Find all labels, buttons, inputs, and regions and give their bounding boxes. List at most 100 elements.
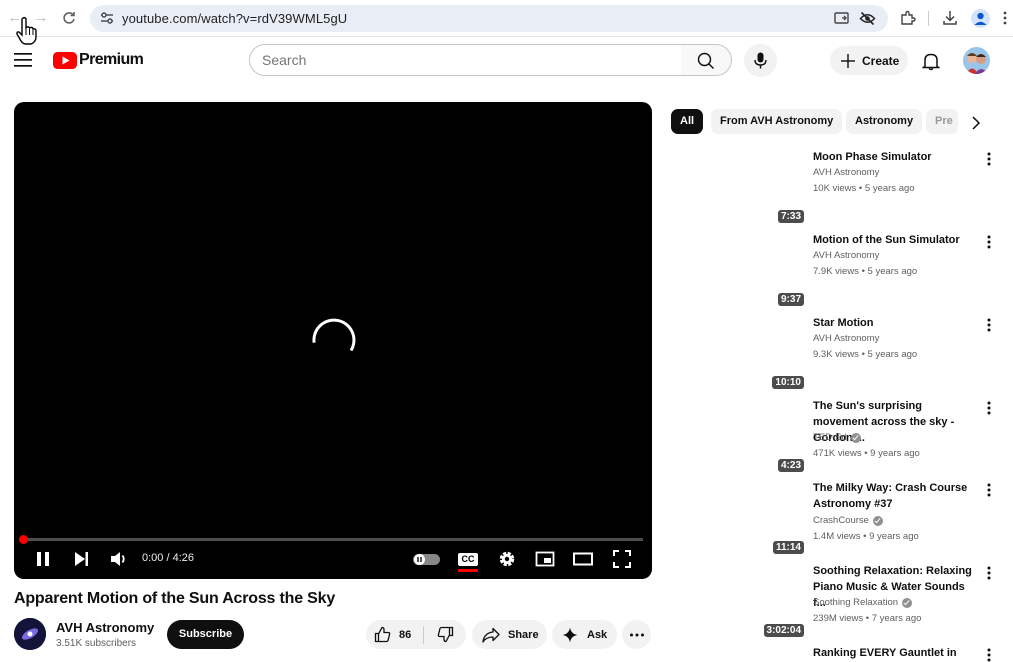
- subscriber-count: 3.51K subscribers: [56, 638, 137, 649]
- recommended-channel: Soothing Relaxation: [813, 597, 913, 608]
- more-vert-icon[interactable]: [984, 565, 994, 581]
- theater-mode-icon[interactable]: [573, 549, 593, 569]
- recommended-meta: 7.9K views • 5 years ago: [813, 266, 918, 277]
- verified-badge-icon: [902, 597, 913, 608]
- eye-off-icon[interactable]: [859, 10, 876, 27]
- account-avatar[interactable]: [963, 47, 990, 74]
- duration-badge: 10:10: [772, 376, 804, 389]
- video-thumbnail[interactable]: 9:37: [670, 231, 804, 307]
- channel-name[interactable]: AVH Astronomy: [56, 620, 154, 635]
- miniplayer-icon[interactable]: [535, 549, 555, 569]
- download-icon[interactable]: [941, 9, 959, 27]
- recommended-channel: AVH Astronomy: [813, 167, 879, 178]
- captions-button[interactable]: CC: [458, 549, 478, 572]
- ask-label: Ask: [587, 628, 608, 641]
- voice-search-button[interactable]: [744, 44, 777, 77]
- next-video-icon[interactable]: [71, 549, 91, 569]
- chip-astronomy[interactable]: Astronomy: [846, 109, 923, 134]
- recommended-meta: 10K views • 5 years ago: [813, 183, 915, 194]
- share-button[interactable]: Share: [472, 620, 547, 649]
- extensions-icon[interactable]: [899, 9, 917, 27]
- like-dislike-group: 86: [366, 620, 466, 649]
- chip-from-channel[interactable]: From AVH Astronomy: [711, 109, 843, 134]
- chip-partial[interactable]: Pre: [926, 109, 958, 134]
- video-thumbnail[interactable]: 4:23: [670, 397, 804, 473]
- microphone-icon: [754, 52, 767, 69]
- logo-text: Premium: [79, 51, 144, 68]
- guide-menu-icon[interactable]: [14, 53, 32, 67]
- thumbs-down-icon: [437, 626, 453, 643]
- youtube-logo-icon: [53, 51, 77, 69]
- recommended-meta: 1.4M views • 9 years ago: [813, 531, 919, 542]
- ask-button[interactable]: Ask: [552, 620, 617, 649]
- channel-avatar[interactable]: [14, 618, 46, 650]
- recommended-video[interactable]: 10:10 Star Motion AVH Astronomy 9.3K vie…: [670, 314, 1010, 397]
- site-settings-icon[interactable]: [100, 11, 114, 25]
- reload-icon[interactable]: [60, 9, 78, 27]
- like-button[interactable]: 86: [366, 620, 423, 649]
- search-box: [249, 44, 682, 76]
- browser-menu-icon[interactable]: [1002, 9, 1008, 27]
- duration-badge: 7:33: [777, 210, 804, 223]
- recommended-title[interactable]: Ranking EVERY Gauntlet in: [813, 645, 977, 661]
- video-thumbnail[interactable]: 11:14: [670, 479, 804, 555]
- yt-header: Premium Create: [0, 38, 1013, 84]
- more-vert-icon[interactable]: [984, 151, 994, 167]
- settings-gear-icon[interactable]: [497, 549, 517, 569]
- progress-bar[interactable]: [24, 538, 643, 541]
- profile-icon[interactable]: [971, 9, 990, 28]
- channel-name: Soothing Relaxation: [813, 597, 899, 608]
- recommended-title[interactable]: The Milky Way: Crash Course Astronomy #3…: [813, 480, 977, 512]
- volume-icon[interactable]: [109, 549, 129, 569]
- create-button[interactable]: Create: [830, 46, 908, 75]
- channel-name: AVH Astronomy: [813, 333, 880, 344]
- verified-badge-icon: [872, 515, 883, 526]
- video-thumbnail[interactable]: 3:02:04: [670, 562, 804, 638]
- recommended-video[interactable]: 7:33 Moon Phase Simulator AVH Astronomy …: [670, 148, 1010, 231]
- more-vert-icon[interactable]: [984, 482, 994, 498]
- autoplay-toggle[interactable]: [413, 554, 440, 565]
- like-count: 86: [399, 628, 412, 641]
- notifications-bell-icon[interactable]: [921, 51, 941, 71]
- chip-all[interactable]: All: [671, 109, 704, 134]
- more-vert-icon[interactable]: [984, 647, 994, 662]
- recommended-video[interactable]: Ranking EVERY Gauntlet in: [670, 644, 1010, 662]
- more-vert-icon[interactable]: [984, 234, 994, 250]
- share-icon: [482, 627, 500, 643]
- youtube-premium-logo[interactable]: Premium: [53, 51, 144, 69]
- duration-badge: 4:23: [777, 459, 804, 472]
- recommended-video[interactable]: 11:14 The Milky Way: Crash Course Astron…: [670, 479, 1010, 562]
- more-horizontal-icon: [629, 633, 644, 636]
- search-button[interactable]: [681, 44, 732, 76]
- pause-icon[interactable]: [33, 549, 53, 569]
- video-thumbnail[interactable]: 7:33: [670, 148, 804, 224]
- video-thumbnail[interactable]: 10:10: [670, 314, 804, 390]
- recommended-title[interactable]: Motion of the Sun Simulator: [813, 232, 977, 248]
- video-player[interactable]: 0:00 / 4:26 CC: [14, 102, 652, 579]
- subscribe-button[interactable]: Subscribe: [167, 620, 244, 649]
- more-vert-icon[interactable]: [984, 400, 994, 416]
- browser-toolbar: ← → youtube.com/watch?v=rdV39WML5gU: [0, 0, 1013, 37]
- recommended-title[interactable]: Moon Phase Simulator: [813, 149, 977, 165]
- sparkle-icon: [562, 627, 578, 642]
- chevron-right-icon[interactable]: [967, 114, 985, 132]
- search-input[interactable]: [250, 45, 681, 75]
- plus-icon: [841, 53, 855, 68]
- recommended-video[interactable]: 4:23 The Sun's surprising movement acros…: [670, 397, 1010, 480]
- url-text[interactable]: youtube.com/watch?v=rdV39WML5gU: [122, 11, 347, 26]
- recommended-video[interactable]: 3:02:04 Soothing Relaxation: Relaxing Pi…: [670, 562, 1010, 645]
- recommended-video[interactable]: 9:37 Motion of the Sun Simulator AVH Ast…: [670, 231, 1010, 314]
- fullscreen-icon[interactable]: [612, 549, 632, 569]
- dislike-button[interactable]: [424, 620, 466, 649]
- cast-icon[interactable]: [833, 10, 850, 27]
- address-bar[interactable]: youtube.com/watch?v=rdV39WML5gU: [90, 5, 888, 32]
- share-label: Share: [508, 628, 539, 641]
- channel-name: AVH Astronomy: [813, 167, 880, 178]
- recommended-channel: CrashCourse: [813, 515, 883, 526]
- recommended-channel: AVH Astronomy: [813, 250, 879, 261]
- recommended-title[interactable]: Star Motion: [813, 315, 977, 331]
- more-vert-icon[interactable]: [984, 317, 994, 333]
- scrubber-handle[interactable]: [19, 535, 28, 544]
- time-display: 0:00 / 4:26: [142, 552, 194, 564]
- more-actions-button[interactable]: [622, 620, 651, 649]
